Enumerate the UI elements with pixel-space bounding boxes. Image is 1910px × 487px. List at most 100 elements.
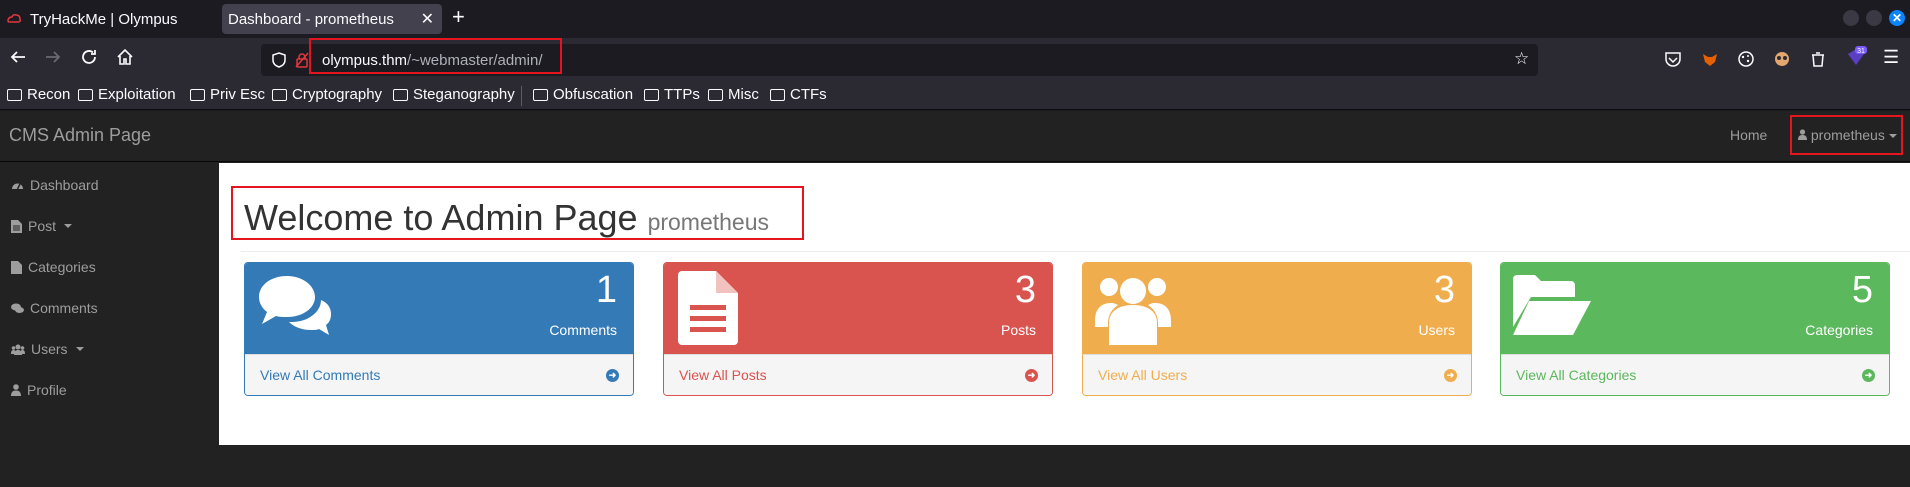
arrow-circle-right-icon: ➜ [1025,369,1038,382]
cookie-icon[interactable] [1737,50,1755,68]
bookmark-label: Priv Esc [210,86,266,103]
bookmark-cryptography[interactable]: Cryptography [272,86,382,103]
back-button[interactable] [9,48,27,71]
reload-icon [82,50,96,64]
home-link[interactable]: Home [1730,127,1767,143]
categories-count: 5 [1851,269,1873,311]
folder-icon [393,88,408,101]
view-all-categories-link[interactable]: View All Categories ➜ [1501,354,1889,395]
tryhackme-icon [7,14,21,23]
posts-label: Posts [1000,322,1036,338]
tab-dashboard[interactable]: Dashboard - prometheus ✕ [222,4,442,34]
panel-heading: 3 Users [1083,263,1471,354]
panel-link-text: View All Categories [1516,367,1637,383]
url-text[interactable]: olympus.thm/~webmaster/admin/ [322,52,543,69]
sidebar-item-post[interactable]: Post [11,218,73,234]
close-window-button[interactable]: ✕ [1889,10,1905,26]
caret-down-icon [75,347,84,351]
bookmark-priv-esc[interactable]: Priv Esc [190,86,265,103]
main-content: Welcome to Admin Page prometheus 1 Comme… [219,163,1910,445]
comments-label: Comments [549,322,617,338]
folder-icon [78,88,93,101]
file-icon [11,219,22,233]
tab-bar: TryHackMe | Olympus Dashboard - promethe… [0,0,1910,38]
view-all-comments-link[interactable]: View All Comments ➜ [245,354,633,395]
sidebar-item-label: Users [31,341,68,357]
folder-open-icon [1513,275,1591,335]
bookmark-label: TTPs [664,86,700,103]
users-panel: 3 Users View All Users ➜ [1082,262,1472,396]
comments-panel: 1 Comments View All Comments ➜ [244,262,634,396]
folder-icon [644,88,659,101]
page-title: Welcome to Admin Page prometheus [244,197,769,239]
users-count: 3 [1433,269,1455,311]
menu-icon[interactable]: ☰ [1883,46,1899,68]
trash-icon[interactable] [1809,50,1827,68]
brand-link[interactable]: CMS Admin Page [9,125,151,146]
sidebar-item-label: Comments [30,300,98,316]
foxyproxy-icon[interactable] [1701,50,1719,68]
view-all-users-link[interactable]: View All Users ➜ [1083,354,1471,395]
maximize-button[interactable] [1866,10,1882,26]
bookmark-steganography[interactable]: Steganography [393,86,515,103]
folder-icon [533,88,548,101]
sidebar-item-label: Post [28,218,57,234]
close-tab-icon[interactable]: ✕ [421,9,434,29]
lock-icon[interactable] [295,52,309,68]
sidebar-item-categories[interactable]: Categories [11,259,96,275]
folder-icon [190,88,205,101]
bookmark-ttps[interactable]: TTPs [644,86,700,103]
bookmark-recon[interactable]: Recon [7,86,70,103]
bookmark-obfuscation[interactable]: Obfuscation [533,86,633,103]
folder-icon [272,88,287,101]
panel-link-text: View All Users [1098,367,1188,383]
sidebar-item-dashboard[interactable]: Dashboard [11,177,99,193]
bookmarks-toolbar: Recon Exploitation Priv Esc Cryptography… [0,82,1910,110]
home-icon [117,48,133,65]
panel-link-text: View All Posts [679,367,767,383]
dashboard-icon [12,183,23,190]
url-host: olympus.thm [322,52,408,69]
bookmark-label: Recon [27,86,71,103]
sidebar: Dashboard Post Categories Comments Users… [0,163,219,487]
pocket-icon[interactable] [1664,50,1682,68]
sidebar-item-users[interactable]: Users [11,341,84,357]
navigation-toolbar: ☆ 31 ☰ [0,38,1910,82]
user-dropdown[interactable]: prometheus [1798,127,1897,143]
bookmark-label: Cryptography [292,86,383,103]
page-bottom-area [219,445,1910,487]
categories-panel: 5 Categories View All Categories ➜ [1500,262,1890,396]
sidebar-item-label: Categories [28,259,96,275]
reload-button[interactable] [80,48,98,71]
new-tab-button[interactable]: + [452,6,465,28]
sidebar-item-profile[interactable]: Profile [11,382,67,398]
forward-button[interactable] [44,48,62,71]
url-path: /~webmaster/admin/ [407,52,543,69]
extension-badge-icon[interactable]: 31 [1845,46,1867,68]
tab-tryhackme[interactable]: TryHackMe | Olympus [0,4,212,34]
shield-icon[interactable] [271,52,287,68]
bookmark-star-icon[interactable]: ☆ [1514,49,1529,69]
posts-panel: 3 Posts View All Posts ➜ [663,262,1053,396]
web-page: CMS Admin Page Home prometheus Dashboard… [0,111,1910,487]
admin-top-navbar: CMS Admin Page Home prometheus [0,111,1910,162]
minimize-button[interactable] [1843,10,1859,26]
folder-icon [7,88,22,101]
wappalyzer-icon[interactable] [1773,50,1791,68]
sidebar-item-label: Dashboard [30,177,99,193]
extension-badge-count: 31 [1857,48,1865,55]
home-button[interactable] [116,48,134,71]
bookmark-exploitation[interactable]: Exploitation [78,86,176,103]
page-subtitle: prometheus [647,209,770,235]
bookmark-label: Exploitation [98,86,176,103]
bookmark-ctfs[interactable]: CTFs [770,86,827,103]
file-icon [11,260,22,274]
sidebar-item-label: Profile [27,382,67,398]
view-all-posts-link[interactable]: View All Posts ➜ [664,354,1052,395]
divider [241,251,1910,252]
sidebar-item-comments[interactable]: Comments [11,300,98,316]
bookmark-misc[interactable]: Misc [708,86,759,103]
folder-icon [770,88,785,101]
panel-heading: 3 Posts [664,263,1052,354]
caret-down-icon [1888,134,1897,139]
